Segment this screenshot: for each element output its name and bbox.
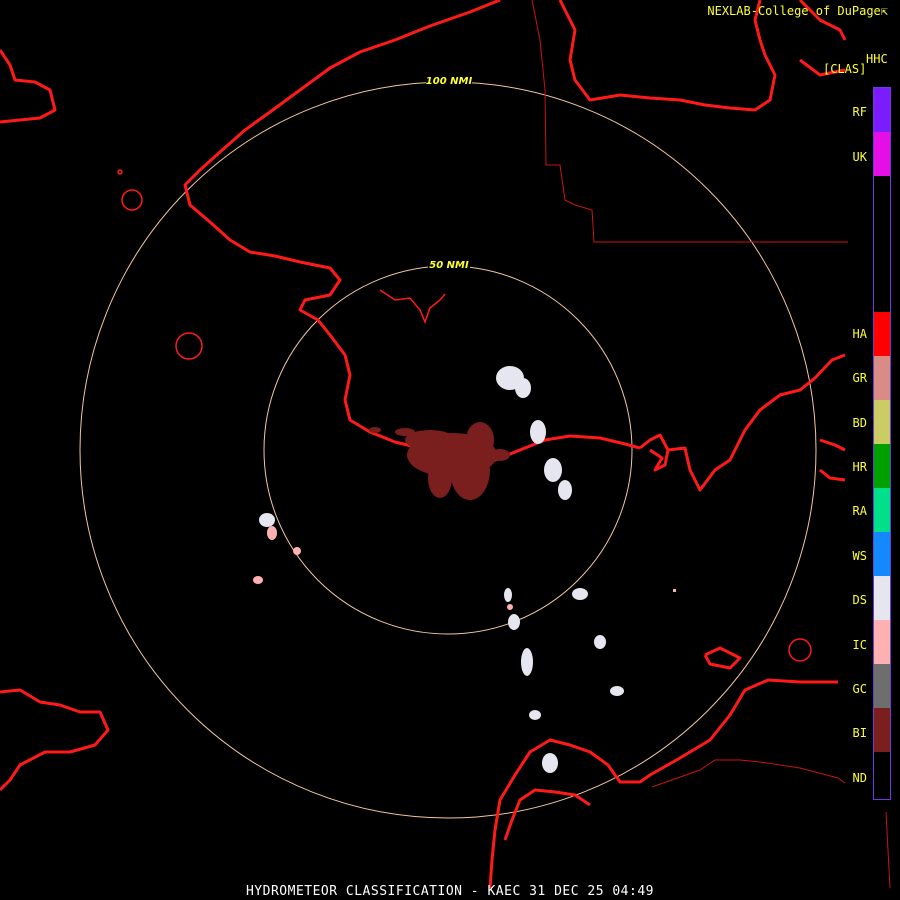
islands [117, 169, 812, 662]
legend-swatch-nd [874, 752, 890, 799]
legend-label-hr: HR [852, 460, 867, 474]
legend-label-nd: ND [852, 771, 867, 785]
legend-label-bd: BD [852, 416, 867, 430]
color-legend [873, 87, 891, 800]
legend-swatch-ic [874, 620, 890, 664]
legend-swatch-ws [874, 532, 890, 576]
legend-label-bi: BI [852, 726, 867, 740]
legend-swatch-hr [874, 444, 890, 488]
legend-label-ds: DS [852, 593, 867, 607]
range-ring-label-50: 50 NMI [429, 260, 469, 271]
product-title: HYDROMETEOR CLASSIFICATION - KAEC 31 DEC… [245, 884, 654, 899]
legend-label-ha: HA [852, 327, 867, 341]
legend-label-rf: RF [852, 105, 867, 119]
product-unit: [CLAS] [823, 62, 867, 76]
external-link-icon: ⇱ [880, 4, 888, 18]
radar-map-view: 100 NMI 50 NMI NEXLAB-College of DuPage⇱… [0, 0, 900, 900]
legend-swatch-ha [874, 312, 890, 356]
legend-label-gr: GR [852, 371, 867, 385]
legend-swatch-bi [874, 708, 890, 752]
range-ring-label-100: 100 NMI [426, 76, 473, 87]
legend-label-ic: IC [852, 638, 867, 652]
legend-swatch-uk [874, 132, 890, 176]
legend-swatch-rf [874, 88, 890, 132]
credit-text[interactable]: NEXLAB-College of DuPage⇱ [707, 4, 888, 18]
legend-label-uk: UK [852, 150, 867, 164]
legend-swatch-gr [874, 356, 890, 400]
legend-swatch-ra [874, 488, 890, 532]
legend-label-ra: RA [852, 504, 867, 518]
map-canvas: 100 NMI 50 NMI [0, 0, 891, 889]
legend-label-gc: GC [852, 682, 867, 696]
legend-label-ws: WS [852, 549, 867, 563]
radar-echo-ice-crystals [253, 526, 676, 610]
radar-echo-ground-clutter [369, 422, 510, 500]
product-code: HHC [866, 52, 888, 66]
legend-swatch-ds [874, 576, 890, 620]
legend-swatch-bd [874, 400, 890, 444]
radar-echo-dry-snow [259, 366, 624, 773]
legend-swatch-gc [874, 664, 890, 708]
